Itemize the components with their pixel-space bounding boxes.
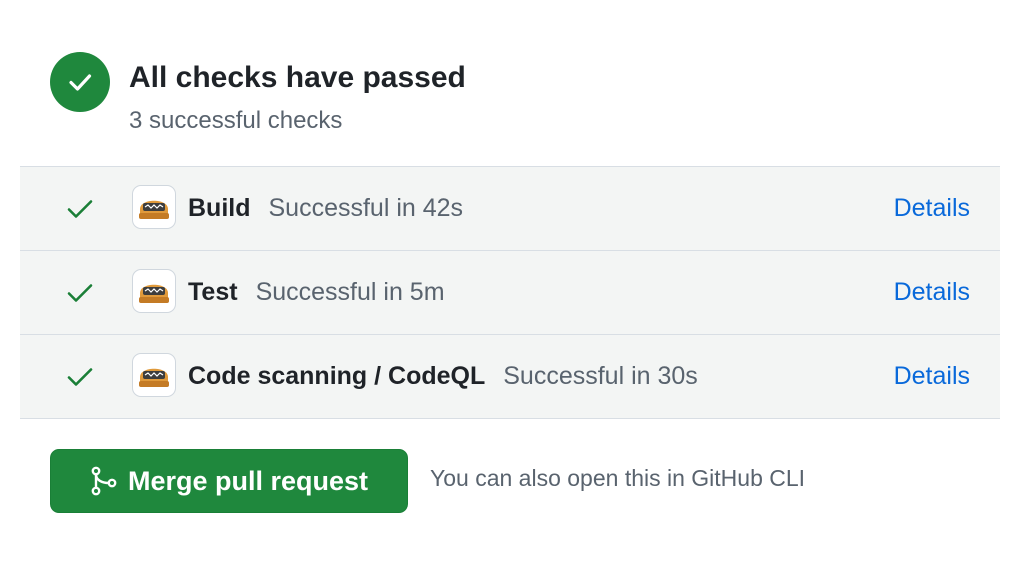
git-merge-icon bbox=[90, 466, 118, 496]
actions-bot-avatar bbox=[132, 353, 176, 397]
merge-pull-request-button[interactable]: Merge pull request bbox=[50, 449, 408, 513]
check-icon bbox=[67, 368, 93, 386]
actions-bot-avatar bbox=[132, 185, 176, 229]
check-name: Code scanning / CodeQL bbox=[188, 362, 486, 390]
cli-hint-text: You can also open this in GitHub CLI bbox=[430, 465, 806, 491]
checks-subtitle: 3 successful checks bbox=[129, 107, 343, 134]
check-icon bbox=[67, 200, 93, 218]
check-name: Test bbox=[188, 278, 238, 306]
check-row-codeql: Code scanning / CodeQL Successful in 30s… bbox=[20, 335, 1000, 419]
merge-button-label: Merge pull request bbox=[127, 465, 369, 496]
check-status: Successful in 30s bbox=[503, 362, 698, 390]
actions-bot-avatar bbox=[132, 269, 176, 313]
check-icon bbox=[67, 284, 93, 302]
checks-title: All checks have passed bbox=[129, 61, 466, 94]
details-link[interactable]: Details bbox=[894, 335, 970, 418]
check-status: Successful in 42s bbox=[268, 194, 464, 222]
details-link[interactable]: Details bbox=[894, 167, 970, 250]
check-row-test: Test Successful in 5m Details bbox=[20, 251, 1000, 335]
checks-summary-header: All checks have passed 3 successful chec… bbox=[50, 52, 466, 136]
check-status: Successful in 5m bbox=[255, 278, 445, 306]
details-link[interactable]: Details bbox=[894, 251, 970, 334]
check-circle-icon bbox=[50, 52, 110, 112]
header-text: All checks have passed 3 successful chec… bbox=[129, 52, 466, 136]
check-row-build: Build Successful in 42s Details bbox=[20, 167, 1000, 251]
check-name: Build bbox=[188, 194, 251, 222]
checks-list: Build Successful in 42s Details Test Suc… bbox=[20, 166, 1000, 419]
